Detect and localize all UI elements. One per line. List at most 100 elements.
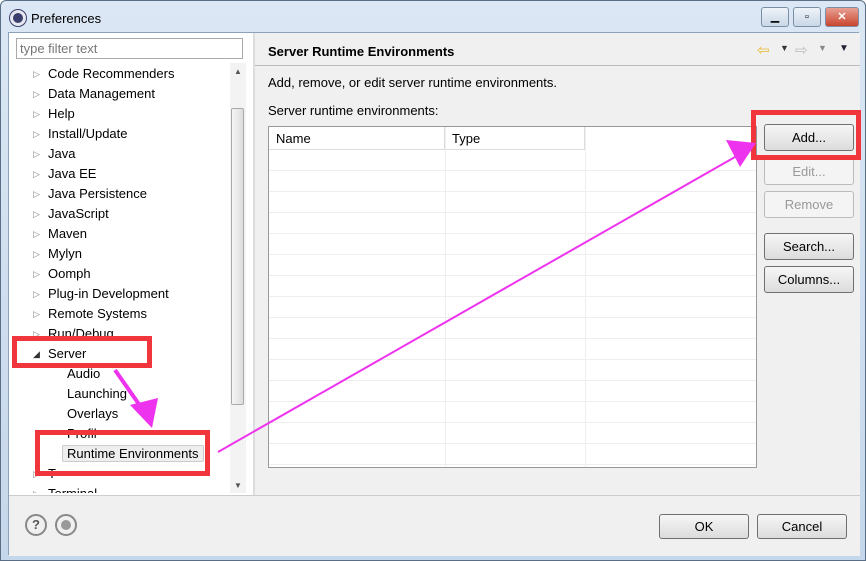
collapsed-icon[interactable]: ▷ — [33, 224, 40, 244]
tree-item[interactable]: Overlays — [67, 404, 118, 424]
page-title: Server Runtime Environments — [268, 44, 455, 59]
tree-item-label: Java EE — [48, 166, 97, 181]
empty-table-row — [269, 381, 756, 402]
empty-table-row — [269, 276, 756, 297]
scroll-down-icon[interactable]: ▼ — [234, 481, 242, 490]
empty-table-row — [269, 423, 756, 444]
tree-item[interactable]: ▷ Help — [33, 104, 75, 124]
back-menu-icon[interactable]: ▼ — [780, 43, 789, 53]
empty-table-row — [269, 297, 756, 318]
column-header-name[interactable]: Name — [269, 127, 445, 150]
empty-table-row — [269, 339, 756, 360]
preference-tree: ▷ Code Recommenders ▷ Data Management ▷ Help ▷… — [9, 63, 229, 493]
tree-item[interactable]: Launching — [67, 384, 127, 404]
column-header-type[interactable]: Type — [445, 127, 585, 150]
annotation-box-add — [751, 110, 861, 160]
scroll-up-icon[interactable]: ▲ — [234, 67, 242, 76]
collapsed-icon[interactable]: ▷ — [33, 204, 40, 224]
minimize-button[interactable]: ▁ — [761, 7, 789, 27]
runtime-environments-table[interactable]: Name Type — [268, 126, 757, 468]
eclipse-icon — [10, 10, 26, 26]
empty-table-row — [269, 402, 756, 423]
collapsed-icon[interactable]: ▷ — [33, 124, 40, 144]
tree-item-label: Mylyn — [48, 246, 82, 261]
tree-item[interactable]: ▷ JavaScript — [33, 204, 109, 224]
tree-scrollbar[interactable]: ▲ ▼ — [230, 63, 246, 493]
edit-button[interactable]: Edit... — [764, 158, 854, 185]
collapsed-icon[interactable]: ▷ — [33, 64, 40, 84]
tree-item-label: JavaScript — [48, 206, 109, 221]
columns-button[interactable]: Columns... — [764, 266, 854, 293]
preference-tree-panel: ▷Code Recommenders▷Data Management▷Help▷… — [9, 33, 253, 495]
remove-button[interactable]: Remove — [764, 191, 854, 218]
tree-item[interactable]: ▷ Oomph — [33, 264, 91, 284]
collapsed-icon[interactable]: ▷ — [33, 84, 40, 104]
empty-table-row — [269, 318, 756, 339]
tree-item[interactable]: ▷ Plug-in Development — [33, 284, 169, 304]
back-arrow-icon[interactable]: ⇦ — [757, 41, 770, 59]
tree-item-label: Overlays — [67, 406, 119, 421]
empty-table-row — [269, 192, 756, 213]
view-menu-icon[interactable]: ▼ — [839, 43, 849, 54]
close-button[interactable]: ✕ — [825, 7, 859, 27]
tree-item-label: Plug-in Development — [48, 286, 169, 301]
tree-item-label: Install/Update — [48, 126, 128, 141]
tree-item-label: Audio — [67, 366, 101, 381]
tree-item-label: Java Persistence — [48, 186, 147, 201]
tree-item[interactable]: ▷ Java Persistence — [33, 184, 147, 204]
window-title: Preferences — [31, 11, 102, 26]
record-icon[interactable] — [55, 514, 77, 536]
empty-table-row — [269, 234, 756, 255]
tree-item-label: Help — [48, 106, 75, 121]
empty-table-row — [269, 150, 756, 171]
tree-item[interactable]: ▷ Code Recommenders — [33, 64, 175, 84]
annotation-box-server — [12, 336, 152, 368]
title-separator — [255, 65, 860, 66]
search-button[interactable]: Search... — [764, 233, 854, 260]
collapsed-icon[interactable]: ▷ — [33, 484, 40, 493]
list-label: Server runtime environments: — [268, 103, 439, 118]
tree-item[interactable]: ▷ Install/Update — [33, 124, 128, 144]
empty-table-row — [269, 213, 756, 234]
page-description: Add, remove, or edit server runtime envi… — [268, 75, 558, 90]
collapsed-icon[interactable]: ▷ — [33, 284, 40, 304]
tree-item-label: Oomph — [48, 266, 91, 281]
forward-arrow-icon[interactable]: ⇨ — [795, 41, 808, 59]
forward-menu-icon[interactable]: ▼ — [818, 43, 827, 53]
collapsed-icon[interactable]: ▷ — [33, 104, 40, 124]
empty-table-row — [269, 255, 756, 276]
tree-item-label: Code Recommenders — [48, 66, 175, 81]
dialog-button-bar: ? OK Cancel — [9, 495, 860, 556]
tree-item-label: Data Management — [48, 86, 155, 101]
annotation-box-runtime — [35, 430, 210, 476]
collapsed-icon[interactable]: ▷ — [33, 164, 40, 184]
scroll-thumb[interactable] — [231, 108, 244, 405]
filter-input[interactable] — [16, 38, 243, 59]
maximize-button[interactable]: ▫ — [793, 7, 821, 27]
tree-item[interactable]: ▷ Java — [33, 144, 76, 164]
tree-item[interactable]: ▷ Remote Systems — [33, 304, 147, 324]
tree-item-label: Java — [48, 146, 76, 161]
collapsed-icon[interactable]: ▷ — [33, 184, 40, 204]
empty-table-row — [269, 171, 756, 192]
tree-item[interactable]: ▷ Terminal — [33, 484, 97, 493]
tree-item[interactable]: ▷ Mylyn — [33, 244, 82, 264]
help-icon[interactable]: ? — [25, 514, 47, 536]
tree-item-label: Terminal — [48, 486, 97, 493]
tree-item[interactable]: ▷ Java EE — [33, 164, 97, 184]
ok-button[interactable]: OK — [659, 514, 749, 539]
tree-item-label: Maven — [48, 226, 88, 241]
tree-item[interactable]: ▷ Maven — [33, 224, 88, 244]
preferences-window: Preferences ▁ ▫ ✕ ▷ Code Recommenders ▷ Dat… — [0, 0, 866, 561]
collapsed-icon[interactable]: ▷ — [33, 264, 40, 284]
cancel-button[interactable]: Cancel — [757, 514, 847, 539]
tree-item-label: Launching — [67, 386, 127, 401]
tree-item[interactable]: ▷ Data Management — [33, 84, 155, 104]
preference-page: Server Runtime Environments ⇦ ▼ ⇨ ▼ ▼ Ad… — [255, 33, 860, 495]
collapsed-icon[interactable]: ▷ — [33, 304, 40, 324]
collapsed-icon[interactable]: ▷ — [33, 244, 40, 264]
empty-table-row — [269, 444, 756, 465]
empty-table-row — [269, 360, 756, 381]
collapsed-icon[interactable]: ▷ — [33, 144, 40, 164]
tree-item-label: Remote Systems — [48, 306, 147, 321]
